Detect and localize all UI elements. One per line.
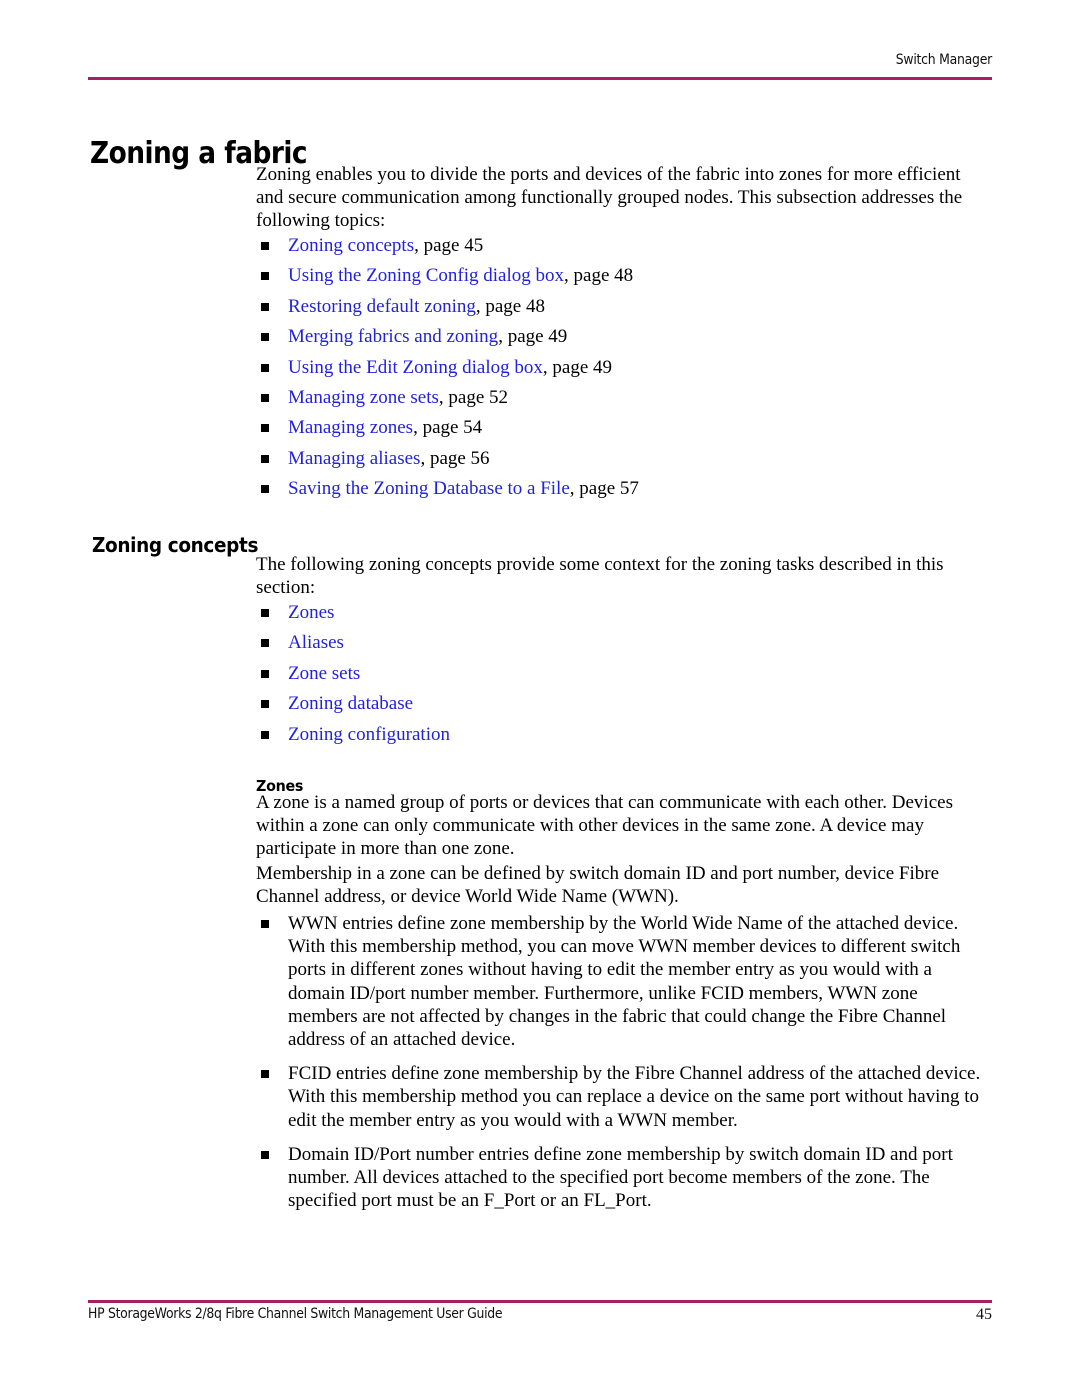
list-item: Domain ID/Port number entries define zon… [256,1143,992,1213]
footer-rule [88,1300,992,1303]
concepts-list: Zones Aliases Zone sets Zoning database … [256,601,992,753]
list-item-text: WWN entries define zone membership by th… [288,913,961,1051]
list-item[interactable]: Zones [256,601,992,624]
list-item[interactable]: Zoning concepts, page 45 [256,234,992,257]
concept-link[interactable]: Zoning configuration [288,724,450,745]
list-item-text: Domain ID/Port number entries define zon… [288,1143,953,1212]
topic-page-ref: , page 48 [564,265,634,287]
list-item[interactable]: Using the Zoning Config dialog box, page… [256,264,992,287]
list-item[interactable]: Zone sets [256,662,992,685]
topics-list: Zoning concepts, page 45 Using the Zonin… [256,234,992,508]
header-rule [88,77,992,80]
list-item[interactable]: Managing zones, page 54 [256,416,992,439]
topic-link[interactable]: Zoning concepts [288,235,414,256]
page-footer: HP StorageWorks 2/8q Fibre Channel Switc… [88,1306,992,1330]
list-item[interactable]: Using the Edit Zoning dialog box, page 4… [256,356,992,379]
concept-link[interactable]: Zone sets [288,663,360,684]
document-page: Switch Manager Zoning a fabric Zoning en… [0,0,1080,1397]
topic-link[interactable]: Using the Edit Zoning dialog box [288,357,543,378]
concept-link[interactable]: Zoning database [288,693,413,714]
topic-link[interactable]: Managing zone sets [288,387,439,408]
subsection-intro-paragraph: The following zoning concepts provide so… [256,554,944,599]
list-item[interactable]: Managing zone sets, page 52 [256,386,992,409]
topic-link[interactable]: Saving the Zoning Database to a File [288,478,570,499]
topic-page-ref: , page 45 [414,235,484,256]
topic-page-ref: , page 54 [413,417,483,439]
section-intro-paragraph: Zoning enables you to divide the ports a… [256,164,963,232]
zones-paragraph-1: A zone is a named group of ports or devi… [256,792,953,860]
list-item-text: FCID entries define zone membership by t… [288,1063,981,1131]
topic-page-ref: , page 48 [475,295,545,317]
concept-link[interactable]: Aliases [288,632,344,653]
concept-link[interactable]: Zones [288,602,334,623]
list-item[interactable]: Zoning configuration [256,723,992,746]
list-item[interactable]: Restoring default zoning, page 48 [256,295,992,318]
footer-page-number: 45 [976,1306,992,1323]
topic-link[interactable]: Managing aliases [288,448,420,469]
zone-membership-list: WWN entries define zone membership by th… [256,912,992,1223]
list-item[interactable]: Saving the Zoning Database to a File, pa… [256,477,992,500]
zones-paragraph-2: Membership in a zone can be defined by s… [256,863,940,908]
topic-page-ref: , page 57 [569,478,639,500]
topic-page-ref: , page 49 [542,356,613,378]
list-item[interactable]: Merging fabrics and zoning, page 49 [256,325,992,348]
topic-link[interactable]: Managing zones [288,417,413,438]
topic-page-ref: , page 49 [498,326,568,348]
topic-page-ref: , page 52 [438,386,509,408]
topic-page-ref: , page 56 [420,447,490,469]
topic-link[interactable]: Merging fabrics and zoning [288,326,498,347]
list-item: FCID entries define zone membership by t… [256,1062,992,1132]
list-item[interactable]: Aliases [256,631,992,654]
topic-link[interactable]: Using the Zoning Config dialog box [288,265,564,286]
list-item[interactable]: Managing aliases, page 56 [256,447,992,470]
footer-document-title: HP StorageWorks 2/8q Fibre Channel Switc… [88,1306,503,1322]
list-item: WWN entries define zone membership by th… [256,912,992,1051]
list-item[interactable]: Zoning database [256,692,992,715]
topic-link[interactable]: Restoring default zoning [288,296,476,317]
running-header: Switch Manager [895,52,993,68]
subsection-title: Zoning concepts [92,533,259,557]
